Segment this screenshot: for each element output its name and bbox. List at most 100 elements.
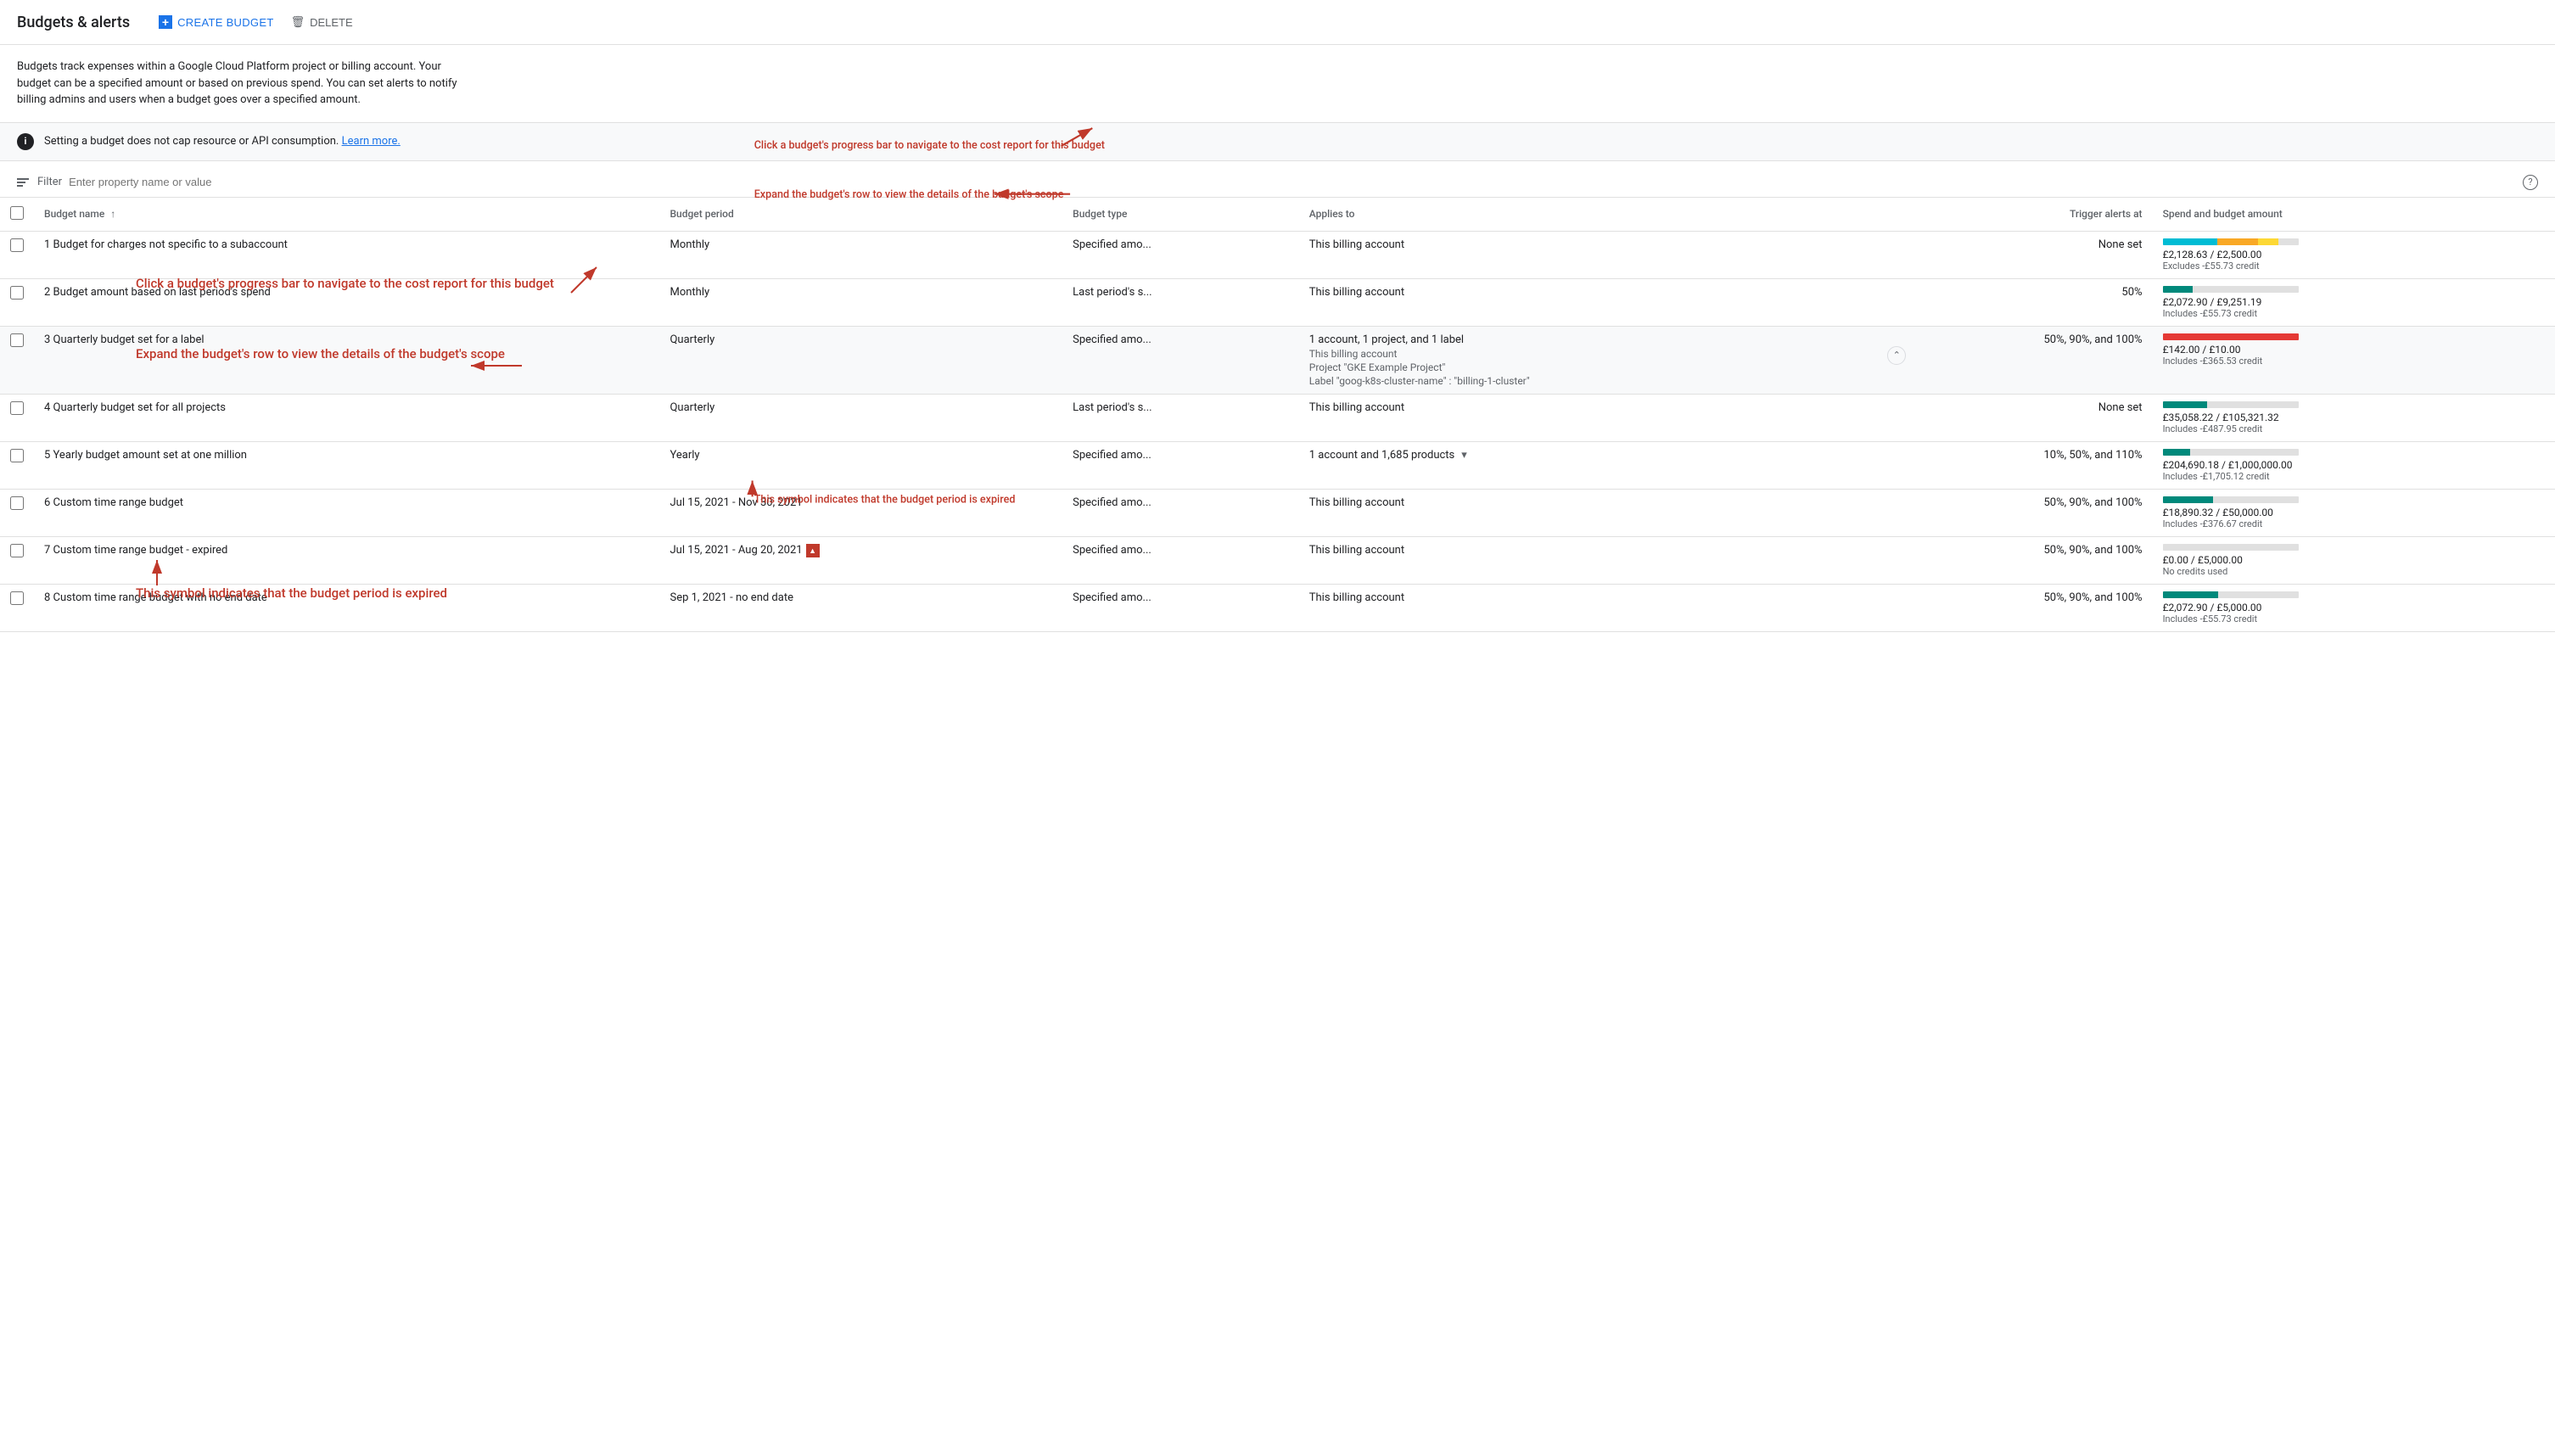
spend-budget-cell: £204,690.18 / £1,000,000.00Includes -£1,… (2153, 441, 2555, 489)
credit-text: Includes -£55.73 credit (2163, 308, 2545, 319)
progress-segment (2258, 238, 2278, 245)
budget-name-cell: 5 Yearly budget amount set at one millio… (34, 441, 659, 489)
spend-budget-cell: £2,072.90 / £5,000.00Includes -£55.73 cr… (2153, 584, 2555, 631)
credit-text: Excludes -£55.73 credit (2163, 260, 2545, 272)
budget-type-cell: Last period's s... (1062, 278, 1299, 326)
plus-icon: + (159, 15, 172, 29)
row-checkbox[interactable] (10, 286, 24, 300)
credit-text: Includes -£487.95 credit (2163, 423, 2545, 434)
progress-segment (2163, 333, 2299, 340)
help-icon[interactable]: ? (2523, 175, 2538, 190)
progress-bar[interactable] (2163, 401, 2299, 408)
progress-segment (2163, 449, 2190, 456)
trigger-alerts-cell: None set (1870, 231, 2152, 278)
amount-text: £204,690.18 / £1,000,000.00 (2163, 459, 2545, 471)
amount-text: £2,128.63 / £2,500.00 (2163, 249, 2545, 260)
credit-text: Includes -£376.67 credit (2163, 518, 2545, 529)
collapse-row-button[interactable]: ⌃ (1887, 346, 1906, 365)
spend-budget-cell: £35,058.22 / £105,321.32Includes -£487.9… (2153, 394, 2555, 441)
amount-text: £2,072.90 / £5,000.00 (2163, 602, 2545, 613)
budget-name-cell: 7 Custom time range budget - expired (34, 536, 659, 584)
progress-segment (2163, 401, 2208, 408)
trigger-alerts-cell: 50%, 90%, and 100% (1870, 584, 2152, 631)
budget-type-cell: Specified amo... (1062, 441, 1299, 489)
budget-period-cell: Quarterly (659, 394, 1062, 441)
row-checkbox[interactable] (10, 401, 24, 415)
credit-text: Includes -£1,705.12 credit (2163, 471, 2545, 482)
table-row: 2 Budget amount based on last period's s… (0, 278, 2555, 326)
budget-type-cell: Last period's s... (1062, 394, 1299, 441)
spend-budget-cell: £2,128.63 / £2,500.00Excludes -£55.73 cr… (2153, 231, 2555, 278)
progress-bar[interactable] (2163, 238, 2299, 245)
applies-to-cell: 1 account and 1,685 products▾ (1299, 441, 1871, 489)
budget-name-cell: 6 Custom time range budget (34, 489, 659, 536)
row-checkbox-cell (0, 584, 34, 631)
budget-period-cell: Monthly (659, 231, 1062, 278)
row-checkbox[interactable] (10, 333, 24, 347)
select-all-checkbox[interactable] (10, 206, 24, 220)
col-budget-type: Budget type (1062, 198, 1299, 232)
credit-text: No credits used (2163, 566, 2545, 577)
filter-input[interactable] (69, 176, 2516, 188)
progress-segment (2163, 238, 2217, 245)
credit-text: Includes -£365.53 credit (2163, 356, 2545, 367)
expand-chevron-icon[interactable]: ▾ (1461, 449, 1467, 462)
applies-to-cell: This billing account (1299, 394, 1871, 441)
row-checkbox-cell (0, 278, 34, 326)
sort-icon: ↑ (110, 208, 115, 220)
row-checkbox[interactable] (10, 591, 24, 605)
trigger-alerts-cell: 50%, 90%, and 100%⌃ (1870, 326, 2152, 394)
row-checkbox[interactable] (10, 449, 24, 462)
table-row: 4 Quarterly budget set for all projectsQ… (0, 394, 2555, 441)
progress-bar[interactable] (2163, 449, 2299, 456)
budget-type-cell: Specified amo... (1062, 584, 1299, 631)
amount-text: £142.00 / £10.00 (2163, 344, 2545, 356)
progress-segment (2163, 496, 2213, 503)
col-budget-period: Budget period (659, 198, 1062, 232)
budget-type-cell: Specified amo... (1062, 489, 1299, 536)
budget-period-cell: Sep 1, 2021 - no end date (659, 584, 1062, 631)
budget-period-cell: Yearly (659, 441, 1062, 489)
budget-type-cell: Specified amo... (1062, 536, 1299, 584)
info-banner: i Setting a budget does not cap resource… (0, 122, 2555, 161)
spend-budget-cell: £0.00 / £5,000.00No credits used (2153, 536, 2555, 584)
budget-period-cell: Jul 15, 2021 - Aug 20, 2021▲ (659, 536, 1062, 584)
row-checkbox[interactable] (10, 496, 24, 510)
trigger-alerts-cell: 10%, 50%, and 110% (1870, 441, 2152, 489)
row-checkbox[interactable] (10, 544, 24, 557)
applies-to-cell: This billing account (1299, 489, 1871, 536)
col-spend-amount: Spend and budget amount (2153, 198, 2555, 232)
budget-name-cell: 4 Quarterly budget set for all projects (34, 394, 659, 441)
budget-type-cell: Specified amo... (1062, 231, 1299, 278)
learn-more-link[interactable]: Learn more. (342, 135, 401, 148)
table-row: 8 Custom time range budget with no end d… (0, 584, 2555, 631)
create-budget-button[interactable]: + CREATE BUDGET (150, 10, 282, 34)
info-icon: i (17, 133, 34, 150)
progress-bar[interactable] (2163, 544, 2299, 551)
amount-text: £18,890.32 / £50,000.00 (2163, 507, 2545, 518)
progress-segment (2217, 238, 2258, 245)
row-checkbox[interactable] (10, 238, 24, 252)
col-budget-name: Budget name ↑ (34, 198, 659, 232)
page-title: Budgets & alerts (17, 14, 130, 31)
table-body: 1 Budget for charges not specific to a s… (0, 231, 2555, 631)
expired-icon: ▲ (806, 544, 820, 557)
delete-button[interactable]: 🗑 DELETE (283, 10, 361, 34)
col-trigger-alerts: Trigger alerts at (1870, 198, 2152, 232)
progress-bar[interactable] (2163, 286, 2299, 293)
applies-to-cell: This billing account (1299, 278, 1871, 326)
table-row: 7 Custom time range budget - expiredJul … (0, 536, 2555, 584)
budget-name-cell: 1 Budget for charges not specific to a s… (34, 231, 659, 278)
budget-name-cell: 3 Quarterly budget set for a label (34, 326, 659, 394)
progress-bar[interactable] (2163, 496, 2299, 503)
budget-period-cell: Jul 15, 2021 - Nov 30, 2021 (659, 489, 1062, 536)
progress-bar[interactable] (2163, 591, 2299, 598)
applies-to-cell: This billing account (1299, 536, 1871, 584)
page-header: Budgets & alerts + CREATE BUDGET 🗑 DELET… (0, 0, 2555, 45)
col-applies-to: Applies to (1299, 198, 1871, 232)
budget-name-cell: 8 Custom time range budget with no end d… (34, 584, 659, 631)
progress-bar[interactable] (2163, 333, 2299, 340)
trash-icon: 🗑 (291, 15, 305, 29)
progress-segment (2163, 591, 2219, 598)
budget-table: Budget name ↑ Budget period Budget type … (0, 198, 2555, 632)
